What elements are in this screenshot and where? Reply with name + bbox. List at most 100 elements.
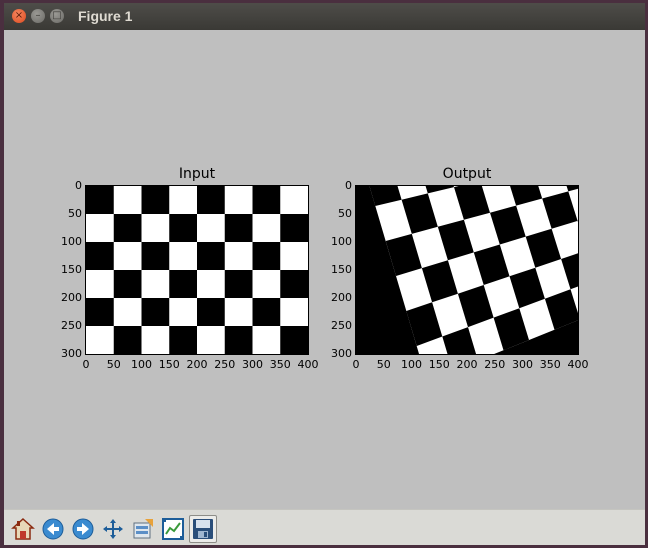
- forward-arrow-icon: [72, 518, 94, 540]
- input-square: [197, 242, 226, 271]
- x-tick-label: 100: [401, 358, 422, 371]
- y-tick-label: 100: [331, 235, 352, 248]
- input-square: [224, 214, 253, 243]
- input-square: [280, 214, 309, 243]
- x-tick-label: 350: [539, 358, 561, 371]
- x-tick-label: 250: [214, 358, 236, 371]
- input-square: [169, 270, 198, 299]
- y-tick-label: 150: [61, 263, 82, 276]
- input-square: [169, 242, 198, 271]
- input-square: [169, 186, 198, 215]
- input-square: [113, 326, 142, 355]
- input-square: [169, 298, 198, 327]
- zoom-button[interactable]: [159, 515, 187, 543]
- output-plot-title: Output: [442, 166, 492, 182]
- y-tick-label: 300: [61, 347, 82, 360]
- input-square: [224, 326, 253, 355]
- input-square: [141, 214, 170, 243]
- x-tick-label: 200: [186, 358, 208, 371]
- y-tick-label: 50: [338, 207, 352, 220]
- input-square: [280, 186, 309, 215]
- input-square: [224, 270, 253, 299]
- pan-icon: [103, 519, 123, 539]
- x-tick-label: 250: [484, 358, 506, 371]
- x-tick-label: 400: [567, 358, 589, 371]
- input-square: [224, 242, 253, 271]
- configure-subplots-button[interactable]: [129, 515, 157, 543]
- input-square: [141, 242, 170, 271]
- output-image: [355, 185, 579, 355]
- save-button[interactable]: [189, 515, 217, 543]
- navigation-toolbar: [4, 509, 645, 545]
- input-square: [141, 186, 170, 215]
- input-square: [141, 298, 170, 327]
- x-tick-label: 150: [158, 358, 180, 371]
- y-tick-label: 250: [331, 319, 352, 332]
- back-button[interactable]: [39, 515, 67, 543]
- input-square: [252, 242, 281, 271]
- maximize-button[interactable]: □: [50, 9, 64, 23]
- input-square: [252, 186, 281, 215]
- input-square: [113, 298, 142, 327]
- input-square: [86, 242, 115, 271]
- x-tick-label: 150: [428, 358, 450, 371]
- input-square: [86, 186, 115, 215]
- input-square: [252, 214, 281, 243]
- y-tick-label: 250: [61, 319, 82, 332]
- input-square: [113, 186, 142, 215]
- minimize-button[interactable]: –: [31, 9, 45, 23]
- title-bar[interactable]: × – □ Figure 1: [4, 3, 645, 30]
- input-square: [197, 270, 226, 299]
- y-tick-label: 100: [61, 235, 82, 248]
- x-tick-label: 50: [376, 358, 391, 371]
- input-square: [252, 298, 281, 327]
- home-button[interactable]: [9, 515, 37, 543]
- x-tick-label: 400: [297, 358, 319, 371]
- input-square: [113, 214, 142, 243]
- forward-button[interactable]: [69, 515, 97, 543]
- close-button[interactable]: ×: [12, 9, 26, 23]
- zoom-icon: [162, 518, 184, 540]
- y-tick-label: 150: [331, 263, 352, 276]
- y-tick-label: 300: [331, 347, 352, 360]
- input-square: [280, 242, 309, 271]
- input-plot-title: Input: [178, 166, 216, 182]
- input-square: [113, 242, 142, 271]
- y-tick-label: 0: [345, 179, 352, 192]
- pan-button[interactable]: [99, 515, 127, 543]
- input-square: [252, 326, 281, 355]
- y-tick-label: 50: [68, 207, 82, 220]
- input-square: [197, 298, 226, 327]
- input-square: [86, 326, 115, 355]
- input-square: [224, 186, 253, 215]
- input-square: [280, 270, 309, 299]
- input-checkerboard: [86, 186, 309, 355]
- window-title: Figure 1: [78, 8, 133, 24]
- input-square: [197, 186, 226, 215]
- input-square: [252, 270, 281, 299]
- figure-window: × – □ Figure 1 Input 0 50 100 150 200 250 300 3…: [4, 3, 645, 545]
- input-square: [280, 326, 309, 355]
- input-square: [141, 326, 170, 355]
- figure-canvas[interactable]: Input 0 50 100 150 200 250 300 350 400 0 50 100 150 2…: [4, 30, 645, 509]
- x-tick-label: 200: [456, 358, 478, 371]
- input-square: [197, 326, 226, 355]
- input-square: [169, 326, 198, 355]
- input-square: [224, 298, 253, 327]
- input-square: [86, 270, 115, 299]
- configure-subplots-icon: [133, 519, 153, 539]
- x-tick-label: 350: [269, 358, 291, 371]
- x-tick-label: 300: [512, 358, 533, 371]
- input-square: [197, 214, 226, 243]
- y-tick-label: 200: [331, 291, 352, 304]
- x-tick-label: 300: [242, 358, 263, 371]
- save-icon: [193, 519, 213, 539]
- x-tick-label: 100: [131, 358, 152, 371]
- input-square: [141, 270, 170, 299]
- back-arrow-icon: [42, 518, 64, 540]
- minimize-icon: –: [35, 10, 41, 21]
- input-square: [169, 214, 198, 243]
- y-tick-label: 0: [75, 179, 82, 192]
- input-square: [280, 298, 309, 327]
- y-tick-label: 200: [61, 291, 82, 304]
